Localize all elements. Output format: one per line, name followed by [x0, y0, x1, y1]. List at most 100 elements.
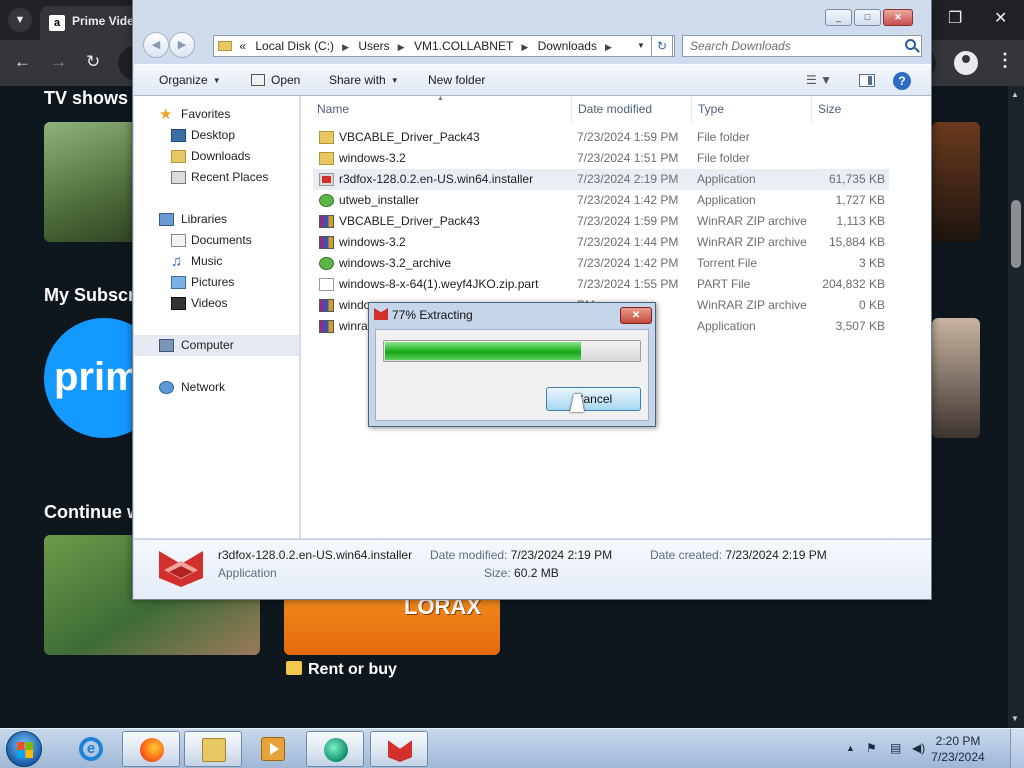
- file-row[interactable]: VBCABLE_Driver_Pack43 7/23/2024 1:59 PM Fi…: [313, 127, 889, 148]
- file-row[interactable]: windows-3.2 7/23/2024 1:44 PM WinRAR ZIP a…: [313, 232, 889, 253]
- refresh-icon[interactable]: ↻: [651, 35, 673, 57]
- forward-button[interactable]: ▶: [169, 32, 195, 58]
- address-overflow-chevron[interactable]: «: [239, 39, 246, 53]
- taskbar-r3dfox[interactable]: [370, 731, 428, 767]
- back-button[interactable]: ◀: [143, 32, 169, 58]
- back-arrow-icon[interactable]: ←: [14, 52, 31, 72]
- file-name: utweb_installer: [339, 193, 420, 207]
- breadcrumb-downloads[interactable]: Downloads: [538, 39, 597, 53]
- nav-desktop[interactable]: Desktop: [134, 125, 299, 146]
- details-date-created: Date created: 7/23/2024 2:19 PM: [650, 548, 827, 562]
- address-history-dropdown[interactable]: ▼: [633, 35, 649, 57]
- taskbar-media-player[interactable]: [244, 731, 302, 767]
- close-button[interactable]: ✕: [883, 9, 913, 26]
- tv-show-card[interactable]: [44, 122, 144, 242]
- cancel-button[interactable]: Cancel: [546, 387, 641, 411]
- nav-pictures[interactable]: Pictures: [134, 272, 299, 293]
- nav-computer[interactable]: Computer: [134, 335, 299, 356]
- file-date-modified: 7/23/2024 1:42 PM: [577, 193, 679, 207]
- file-size: 204,832 KB: [822, 277, 885, 291]
- page-scrollbar[interactable]: [1008, 86, 1024, 728]
- column-header-size[interactable]: Size: [818, 102, 841, 116]
- nav-downloads[interactable]: Downloads: [134, 146, 299, 167]
- close-icon[interactable]: ✕: [994, 8, 1007, 28]
- search-input[interactable]: Search Downloads: [682, 35, 922, 57]
- file-row[interactable]: VBCABLE_Driver_Pack43 7/23/2024 1:59 PM Wi…: [313, 211, 889, 232]
- open-icon: [251, 74, 265, 86]
- start-button[interactable]: [6, 731, 42, 767]
- page-scrollbar-thumb[interactable]: [1011, 200, 1021, 268]
- taskbar-windows-explorer[interactable]: [184, 731, 242, 767]
- scroll-up-icon[interactable]: ▲: [1011, 90, 1019, 99]
- share-with-button[interactable]: Share with ▼: [329, 73, 399, 87]
- tv-show-card[interactable]: [932, 122, 980, 242]
- file-type: File folder: [697, 151, 750, 165]
- tab-title: Prime Video: [72, 14, 142, 28]
- file-row[interactable]: windows-8-x-64(1).weyf4JKO.zip.part 7/23/…: [313, 274, 889, 295]
- subscription-card[interactable]: [932, 318, 980, 438]
- windows-explorer-icon: [202, 738, 226, 762]
- column-header-type[interactable]: Type: [698, 102, 724, 116]
- file-row[interactable]: windows-3.2_archive 7/23/2024 1:42 PM Torr…: [313, 253, 889, 274]
- details-pane: r3dfox-128.0.2.en-US.win64.installer App…: [134, 539, 931, 599]
- file-row[interactable]: r3dfox-128.0.2.en-US.win64.installer 7/23…: [313, 169, 889, 190]
- file-date-modified: 7/23/2024 1:42 PM: [577, 256, 679, 270]
- reload-icon[interactable]: ↻: [86, 52, 100, 72]
- documents-icon: [171, 234, 186, 247]
- file-size: 1,113 KB: [836, 214, 885, 228]
- restore-icon[interactable]: ❐: [948, 8, 962, 28]
- breadcrumb-local-disk[interactable]: Local Disk (C:): [255, 39, 334, 53]
- volume-icon[interactable]: ◀): [912, 741, 925, 755]
- dialog-close-button[interactable]: ✕: [620, 307, 652, 324]
- preview-pane-icon[interactable]: [859, 74, 875, 87]
- file-date-modified: 7/23/2024 1:59 PM: [577, 214, 679, 228]
- file-type: WinRAR ZIP archive: [697, 214, 807, 228]
- nav-recent-places[interactable]: Recent Places: [134, 167, 299, 188]
- nav-favorites[interactable]: ★ Favorites: [134, 104, 299, 125]
- maximize-button[interactable]: □: [854, 9, 881, 26]
- breadcrumb-users[interactable]: Users: [358, 39, 389, 53]
- nav-libraries[interactable]: Libraries: [134, 209, 299, 230]
- taskbar-internet-explorer[interactable]: e: [62, 731, 120, 767]
- address-bar[interactable]: « Local Disk (C:) ▶ Users ▶ VM1.COLLABNET ▶…: [213, 35, 675, 57]
- taskbar-greenshot[interactable]: [306, 731, 364, 767]
- forward-arrow-icon[interactable]: →: [50, 52, 67, 72]
- tab-search-dropdown[interactable]: ▼: [8, 8, 32, 32]
- file-name: windows-3.2: [339, 151, 406, 165]
- show-hidden-icons[interactable]: ▲: [846, 743, 855, 753]
- file-type: Torrent File: [697, 256, 758, 270]
- column-header-name[interactable]: Name: [317, 102, 349, 116]
- help-icon[interactable]: ?: [893, 72, 911, 90]
- amazon-favicon-icon: a: [49, 15, 65, 31]
- network-icon[interactable]: ▤: [890, 741, 901, 755]
- file-size: 3 KB: [858, 256, 885, 270]
- file-name: winra: [339, 319, 368, 333]
- taskbar-firefox[interactable]: [122, 731, 180, 767]
- change-view-icon[interactable]: ☰ ▼: [806, 73, 832, 87]
- details-file-kind: Application: [218, 566, 277, 580]
- profile-avatar-icon[interactable]: [954, 51, 978, 75]
- nav-music[interactable]: ♫ Music: [134, 251, 299, 272]
- nav-videos[interactable]: Videos: [134, 293, 299, 314]
- nav-network[interactable]: Network: [134, 377, 299, 398]
- scroll-down-icon[interactable]: ▼: [1011, 714, 1019, 723]
- flag-icon[interactable]: ⚑: [866, 741, 877, 755]
- open-button[interactable]: Open: [251, 73, 300, 87]
- organize-button[interactable]: Organize ▼: [159, 73, 221, 87]
- new-folder-button[interactable]: New folder: [428, 73, 485, 87]
- column-header-date-modified[interactable]: Date modified: [578, 102, 652, 116]
- file-row[interactable]: utweb_installer 7/23/2024 1:42 PM Applicat…: [313, 190, 889, 211]
- file-row[interactable]: windows-3.2 7/23/2024 1:51 PM File folder: [313, 148, 889, 169]
- r3dfox-icon: [374, 308, 388, 320]
- folder-icon: [319, 152, 334, 165]
- file-type: WinRAR ZIP archive: [697, 235, 807, 249]
- system-clock[interactable]: 2:20 PM 7/23/2024: [928, 733, 988, 765]
- file-size: 15,884 KB: [828, 235, 885, 249]
- breadcrumb-user-folder[interactable]: VM1.COLLABNET: [414, 39, 513, 53]
- minimize-button[interactable]: _: [825, 9, 852, 26]
- nav-documents[interactable]: Documents: [134, 230, 299, 251]
- file-name: windows-3.2: [339, 235, 406, 249]
- network-icon: [159, 381, 174, 394]
- show-desktop-button[interactable]: [1010, 729, 1024, 768]
- menu-kebab-icon[interactable]: ⋮: [996, 50, 1014, 71]
